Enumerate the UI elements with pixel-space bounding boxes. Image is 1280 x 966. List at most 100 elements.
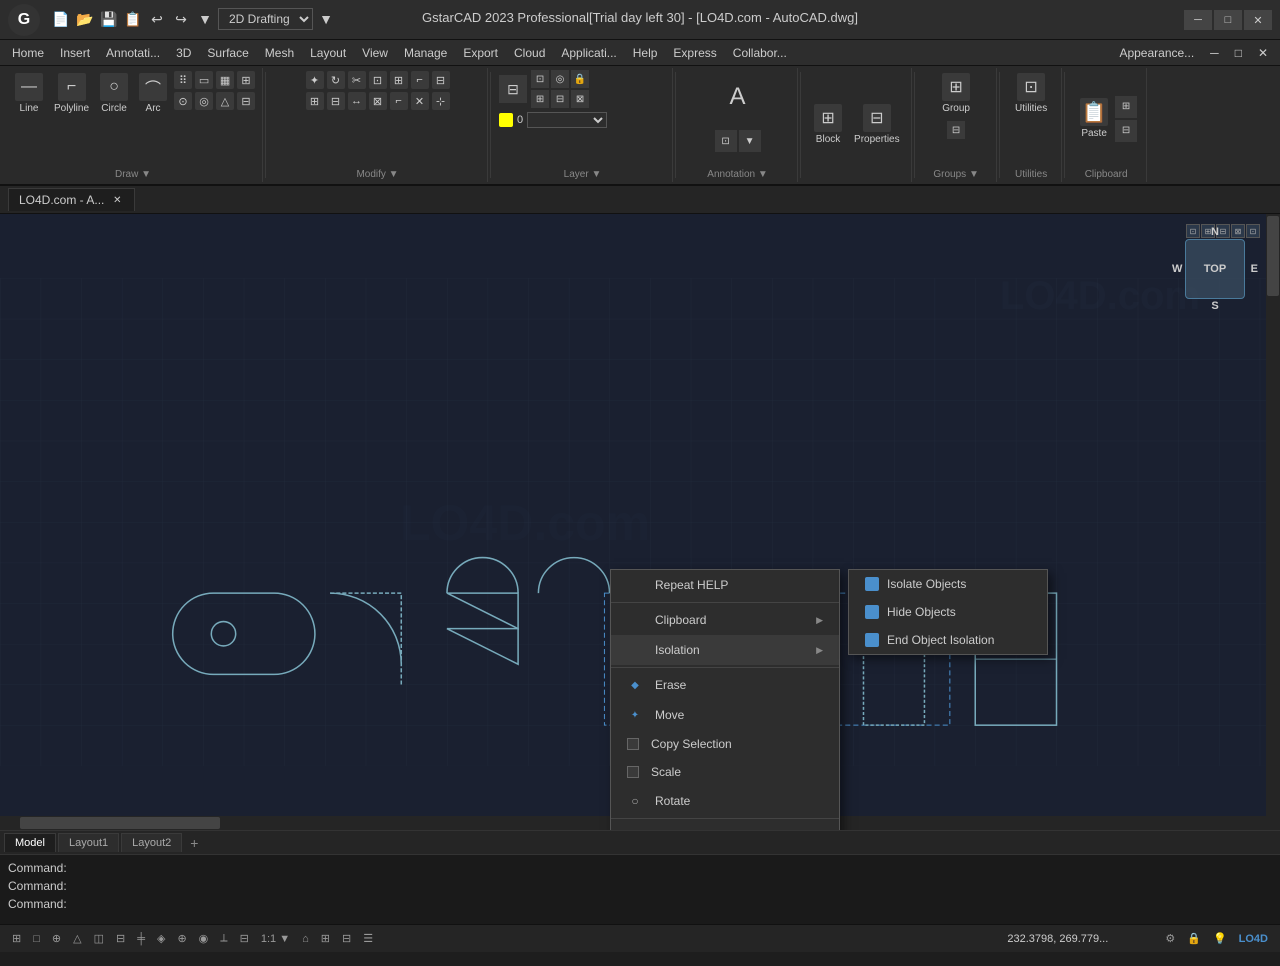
statusbar-icon-8[interactable]: ◈	[153, 932, 169, 945]
qat-dropdown[interactable]: ▼	[194, 8, 216, 30]
viewcube[interactable]: ⊡ ⊞ ⊟ ⊠ ⊡ N S E W TOP	[1170, 224, 1260, 314]
menu-export[interactable]: Export	[455, 42, 506, 64]
ribbon-rect-btn[interactable]: ▭	[194, 70, 214, 90]
ctx-rotate[interactable]: ○ Rotate	[611, 786, 839, 816]
restore-button[interactable]: □	[1214, 10, 1242, 30]
statusbar-icon-16[interactable]: ☰	[359, 932, 377, 945]
layout-tab-layout2[interactable]: Layout2	[121, 833, 182, 852]
ribbon-polar-btn[interactable]: ◎	[194, 91, 214, 111]
ribbon-paste-btn[interactable]: 📋 Paste	[1075, 95, 1113, 142]
layout-add-button[interactable]: +	[184, 833, 204, 853]
ctx-clipboard[interactable]: Clipboard	[611, 605, 839, 635]
ribbon-line-btn[interactable]: — Line	[10, 70, 48, 117]
modify-btn-2[interactable]: ↻	[326, 70, 346, 90]
statusbar-icon-14[interactable]: ⊞	[317, 932, 334, 945]
save-btn[interactable]: 💾	[98, 8, 120, 30]
menu-3d[interactable]: 3D	[168, 42, 199, 64]
menu-collabor[interactable]: Collabor...	[725, 42, 795, 64]
clipboard-btn-1[interactable]: ⊞	[1115, 96, 1137, 118]
draw-group-label[interactable]: Draw ▼	[115, 169, 151, 180]
layout-tab-model[interactable]: Model	[4, 833, 56, 852]
menu-surface[interactable]: Surface	[199, 42, 256, 64]
workspace-selector[interactable]: 2D Drafting	[218, 8, 313, 30]
modify-btn-13[interactable]: ✕	[410, 91, 430, 111]
layer-properties-btn[interactable]: ⊟	[499, 75, 527, 103]
viewcube-cube[interactable]: N S E W TOP	[1185, 239, 1245, 299]
modify-btn-7[interactable]: ⊟	[431, 70, 451, 90]
modify-btn-9[interactable]: ⊟	[326, 91, 346, 111]
statusbar-icon-3[interactable]: ⊕	[48, 932, 65, 945]
statusbar-icon-5[interactable]: ◫	[90, 932, 108, 945]
statusbar-icon-12[interactable]: ⊟	[236, 932, 253, 945]
ribbon-block-btn[interactable]: ⊞ Block	[809, 101, 847, 148]
redo-btn[interactable]: ↪	[170, 8, 192, 30]
clipboard-group-label[interactable]: Clipboard	[1085, 169, 1128, 180]
menu-mesh[interactable]: Mesh	[257, 42, 302, 64]
statusbar-icon-15[interactable]: ⊟	[338, 932, 355, 945]
statusbar-icon-10[interactable]: ◉	[195, 932, 213, 945]
ribbon-close-btn[interactable]: ✕	[1250, 42, 1276, 64]
clipboard-btn-2[interactable]: ⊟	[1115, 120, 1137, 142]
ribbon-text-btn[interactable]: A	[715, 70, 761, 126]
modify-btn-3[interactable]: ✂	[347, 70, 367, 90]
layer-btn-6[interactable]: ⊠	[571, 90, 589, 108]
saveas-btn[interactable]: 📋	[122, 8, 144, 30]
annotation-group-label[interactable]: Annotation ▼	[707, 169, 768, 180]
groups-group-label[interactable]: Groups ▼	[933, 169, 978, 180]
layout-tab-layout1[interactable]: Layout1	[58, 833, 119, 852]
ctx-scale[interactable]: Scale	[611, 758, 839, 786]
statusbar-light-icon[interactable]: 💡	[1209, 932, 1231, 945]
ribbon-param-btn[interactable]: ⊟	[236, 91, 256, 111]
menu-cloud[interactable]: Cloud	[506, 42, 553, 64]
menu-manage[interactable]: Manage	[396, 42, 455, 64]
submenu-isolate-objects[interactable]: Isolate Objects	[849, 570, 1047, 598]
modify-btn-11[interactable]: ⊠	[368, 91, 388, 111]
menu-express[interactable]: Express	[665, 42, 724, 64]
ribbon-more-draw[interactable]: ⊞	[236, 70, 256, 90]
ctx-isolation[interactable]: Isolation	[611, 635, 839, 665]
statusbar-lock-icon[interactable]: 🔒	[1183, 932, 1205, 945]
ribbon-hatch-btn[interactable]: ▦	[215, 70, 235, 90]
statusbar-icon-9[interactable]: ⊕	[173, 932, 190, 945]
ribbon-circle-btn[interactable]: ○ Circle	[95, 70, 133, 117]
annotation-btn-1[interactable]: ⊡	[715, 130, 737, 152]
menu-applicati[interactable]: Applicati...	[553, 42, 624, 64]
doc-tab-close[interactable]: ✕	[110, 193, 124, 207]
ctx-move[interactable]: ✦ Move	[611, 700, 839, 730]
ribbon-construct-btn[interactable]: △	[215, 91, 235, 111]
menu-home[interactable]: Home	[4, 42, 52, 64]
modify-btn-6[interactable]: ⌐	[410, 70, 430, 90]
layer-btn-1[interactable]: ⊡	[531, 70, 549, 88]
menu-help[interactable]: Help	[625, 42, 666, 64]
menu-view[interactable]: View	[354, 42, 396, 64]
appearance-menu[interactable]: Appearance...	[1111, 42, 1202, 64]
viewcube-icon-1[interactable]: ⊡	[1186, 224, 1200, 238]
statusbar-icon-2[interactable]: □	[29, 933, 44, 945]
viewcube-icon-4[interactable]: ⊠	[1231, 224, 1245, 238]
viewcube-icon-5[interactable]: ⊡	[1246, 224, 1260, 238]
menu-layout[interactable]: Layout	[302, 42, 354, 64]
statusbar-icon-11[interactable]: ⟂	[216, 932, 231, 945]
ctx-repeat-help[interactable]: Repeat HELP	[611, 570, 839, 600]
open-btn[interactable]: 📂	[74, 8, 96, 30]
menu-insert[interactable]: Insert	[52, 42, 98, 64]
statusbar-icon-13[interactable]: ⌂	[298, 933, 313, 945]
modify-btn-12[interactable]: ⌐	[389, 91, 409, 111]
modify-btn-8[interactable]: ⊞	[305, 91, 325, 111]
submenu-end-object-isolation[interactable]: End Object Isolation	[849, 626, 1047, 654]
ribbon-arc-btn[interactable]: ⌒ Arc	[134, 70, 172, 117]
statusbar-icon-6[interactable]: ⊟	[112, 932, 129, 945]
new-btn[interactable]: 📄	[50, 8, 72, 30]
utilities-group-label[interactable]: Utilities	[1015, 169, 1047, 180]
undo-btn[interactable]: ↩	[146, 8, 168, 30]
modify-group-label[interactable]: Modify ▼	[356, 169, 398, 180]
ribbon-polyline-btn[interactable]: ⌐ Polyline	[49, 70, 94, 117]
layer-btn-3[interactable]: 🔒	[571, 70, 589, 88]
layer-btn-5[interactable]: ⊟	[551, 90, 569, 108]
layer-btn-4[interactable]: ⊞	[531, 90, 549, 108]
group-dropdown-btn[interactable]: ⊟	[947, 121, 965, 139]
ctx-copy-selection[interactable]: Copy Selection	[611, 730, 839, 758]
ribbon-utilities-btn[interactable]: ⊡ Utilities	[1010, 70, 1052, 117]
layer-dropdown[interactable]	[527, 112, 607, 128]
modify-btn-10[interactable]: ↔	[347, 91, 367, 111]
